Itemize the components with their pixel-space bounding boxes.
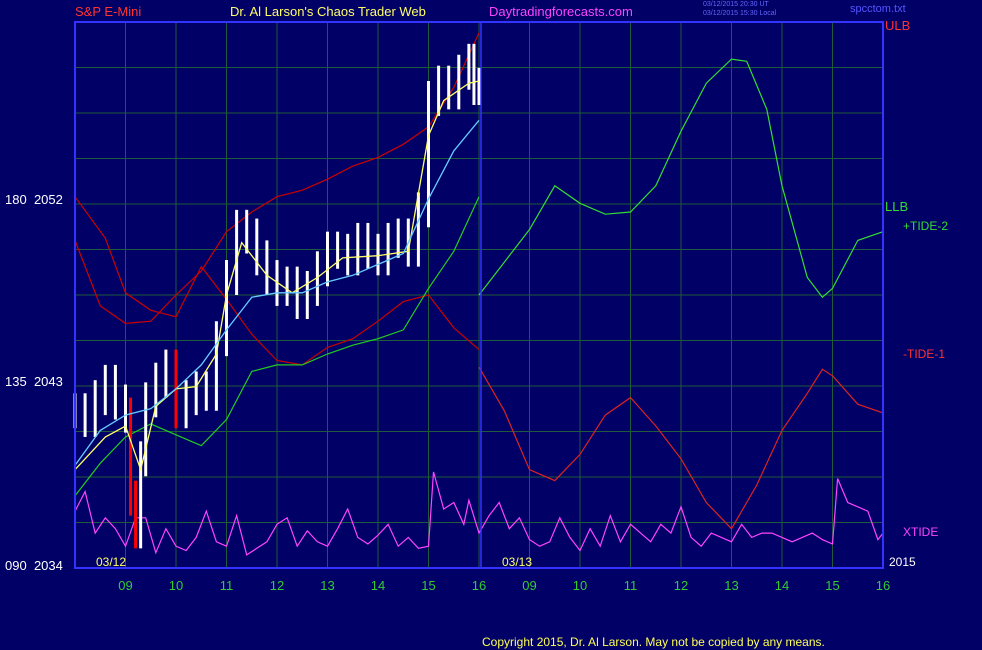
y-tick-label: 090 2034 xyxy=(5,558,63,573)
timestamp-ut: 03/12/2015 20:30 UT xyxy=(703,1,769,8)
x-tick-label: 11 xyxy=(219,578,234,593)
year-label: 2015 xyxy=(889,555,916,569)
x-tick-label: 12 xyxy=(269,578,285,593)
x-tick-label: 10 xyxy=(168,578,184,593)
x-tick-label: 11 xyxy=(623,578,638,593)
x-tick-label: 10 xyxy=(572,578,588,593)
x-tick-label: 09 xyxy=(118,578,133,593)
copyright-notice: Copyright 2015, Dr. Al Larson. May not b… xyxy=(482,635,825,649)
timestamp-local: 03/12/2015 15:30 Local xyxy=(703,10,777,17)
x-tick-label: 14 xyxy=(370,578,386,593)
x-tick-label: 13 xyxy=(320,578,335,593)
x-tick-label: 15 xyxy=(421,578,436,593)
instrument-title: S&P E-Mini xyxy=(75,4,142,19)
x-tick-label: 12 xyxy=(673,578,689,593)
x-tick-label: 16 xyxy=(471,578,487,593)
day-label: 03/13 xyxy=(502,555,533,569)
day-label: 03/12 xyxy=(96,555,127,569)
x-tick-label: 13 xyxy=(724,578,739,593)
series-label-tide-plus: +TIDE-2 xyxy=(903,219,949,233)
x-tick-label: 15 xyxy=(825,578,840,593)
x-tick-label: 14 xyxy=(774,578,790,593)
series-label-xtide: XTIDE xyxy=(903,525,939,539)
series-label-ulb: ULB xyxy=(885,18,911,33)
y-tick-label: 180 2052 xyxy=(5,192,63,207)
series-label-tide-minus: -TIDE-1 xyxy=(903,347,945,361)
series-label-llb: LLB xyxy=(885,199,909,214)
y-tick-label: 135 2043 xyxy=(5,374,63,389)
x-tick-label: 09 xyxy=(522,578,537,593)
site-url-link[interactable]: Daytradingforecasts.com xyxy=(489,4,633,19)
x-tick-label: 16 xyxy=(875,578,891,593)
chart-canvas xyxy=(73,21,884,569)
site-title: Dr. Al Larson's Chaos Trader Web xyxy=(230,4,426,19)
data-file-name: spcctom.txt xyxy=(850,3,906,15)
